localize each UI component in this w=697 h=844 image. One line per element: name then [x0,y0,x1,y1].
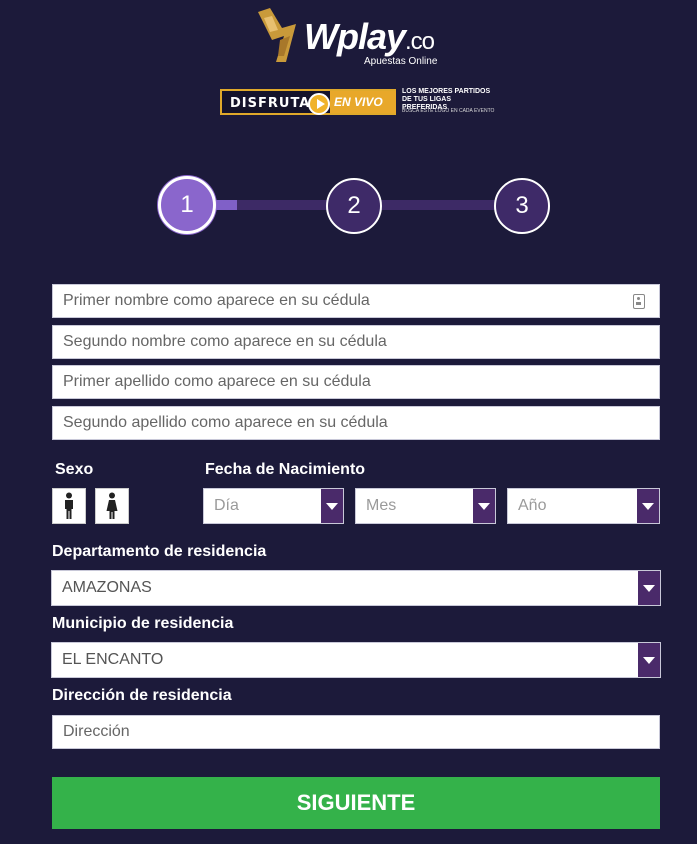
address-field[interactable] [52,715,660,749]
step-1[interactable]: 1 [158,176,216,234]
first-name-field[interactable] [52,284,660,318]
step-3[interactable]: 3 [494,178,550,234]
step-2[interactable]: 2 [326,178,382,234]
step-3-label: 3 [515,192,529,219]
birth-year-placeholder: Año [518,497,547,514]
step-1-label: 1 [180,191,194,218]
logo-wordmark: Wplay.co [304,16,435,57]
address-input[interactable] [53,716,659,748]
municipality-label: Municipio de residencia [52,615,234,632]
municipality-value: EL ENCANTO [62,651,164,668]
birth-month-placeholder: Mes [366,497,397,514]
wplay-logo: Wplay.co Apuestas Online [256,6,456,67]
chevron-down-icon [637,489,659,523]
logo-tagline: Apuestas Online [364,56,438,67]
second-name-field[interactable] [52,325,660,359]
second-surname-field[interactable] [52,406,660,440]
birth-day-placeholder: Día [214,497,239,514]
sex-male-button[interactable] [52,488,86,524]
birth-date-label: Fecha de Nacimiento [205,461,366,478]
id-card-icon [633,294,645,309]
municipality-select[interactable]: EL ENCANTO [51,642,661,678]
chevron-down-icon [321,489,343,523]
first-surname-input[interactable] [53,366,659,398]
banner-left-text: DISFRUTA [230,96,311,111]
registration-stepper: 1 2 3 [156,174,556,238]
wplay-logo-mark-icon [258,8,296,62]
department-value: AMAZONAS [62,579,152,596]
female-icon [106,492,118,519]
birth-year-select[interactable]: Año [507,488,660,524]
male-icon [65,492,73,519]
birth-day-select[interactable]: Día [203,488,344,524]
play-icon [308,93,330,115]
first-surname-field[interactable] [52,365,660,399]
chevron-down-icon [638,571,660,605]
first-name-input[interactable] [53,285,659,317]
birth-month-select[interactable]: Mes [355,488,496,524]
promo-banner[interactable]: DISFRUTA EN VIVO LOS MEJORES PARTIDOS DE… [220,86,496,120]
address-label: Dirección de residencia [52,687,232,704]
sex-label: Sexo [55,461,94,478]
chevron-down-icon [473,489,495,523]
step-2-label: 2 [347,192,361,219]
chevron-down-icon [638,643,660,677]
department-select[interactable]: AMAZONAS [51,570,661,606]
banner-right-text: EN VIVO [330,91,396,113]
banner-small-print: BUSCA ESTE LOGO EN CADA EVENTO [402,108,495,114]
sex-female-button[interactable] [95,488,129,524]
second-name-input[interactable] [53,326,659,358]
next-button[interactable]: SIGUIENTE [52,777,660,829]
second-surname-input[interactable] [53,407,659,439]
department-label: Departamento de residencia [52,543,267,560]
banner-frame: DISFRUTA EN VIVO [220,89,396,115]
